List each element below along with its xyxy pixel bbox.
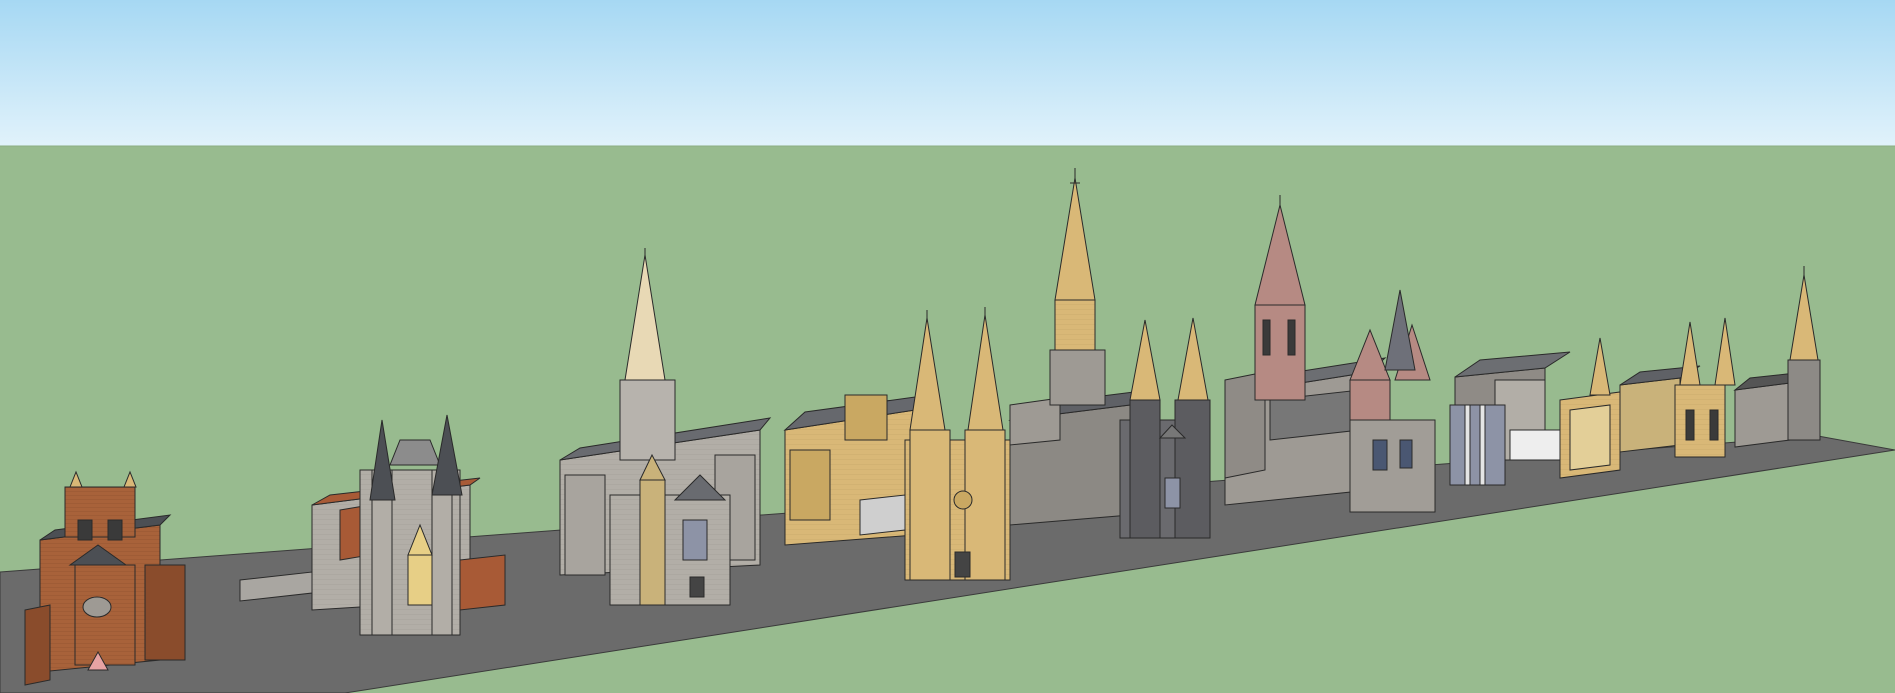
3d-viewport-scene[interactable] (0, 0, 1895, 693)
sky (0, 0, 1895, 146)
